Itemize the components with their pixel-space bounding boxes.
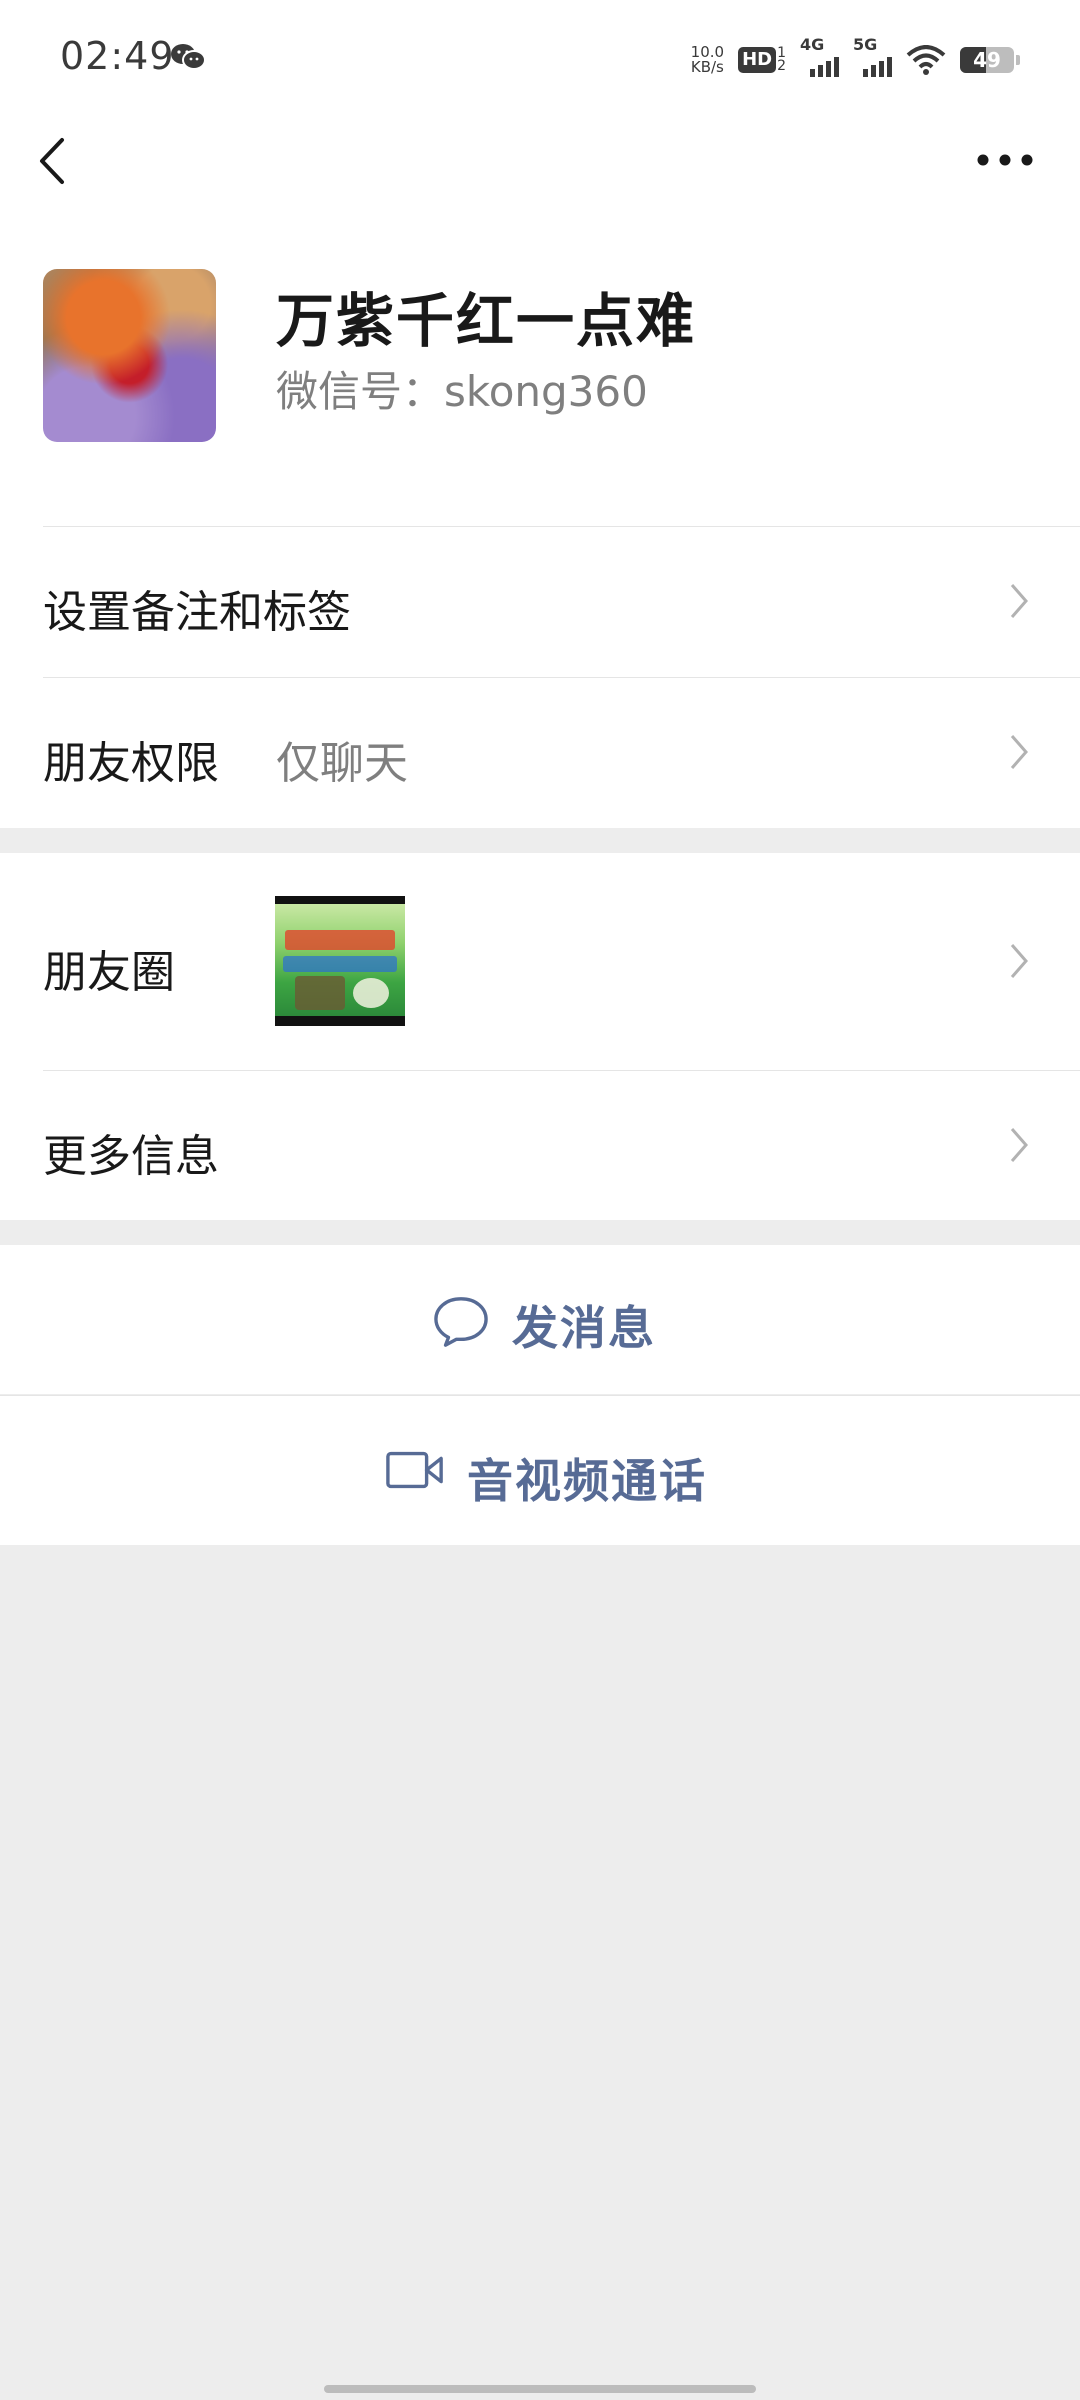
send-message-button[interactable]: 发消息 [0, 1245, 1080, 1394]
audio-video-call-button[interactable]: 音视频通话 [0, 1395, 1080, 1545]
signal-4g-bars-icon [800, 57, 839, 77]
back-button[interactable] [30, 128, 80, 194]
moments-label: 朋友圈 [43, 947, 175, 998]
video-camera-icon [386, 1451, 443, 1489]
signal-4g: 4G [800, 35, 839, 77]
set-remark-and-tags-row[interactable]: 设置备注和标签 [0, 526, 1080, 676]
divider [43, 526, 1080, 527]
moments-row[interactable]: 朋友圈 [0, 853, 1080, 1070]
audio-video-call-label: 音视频通话 [467, 1454, 707, 1508]
status-indicators: 10.0 KB/s HD 1 2 4G 5G 49 [691, 35, 1020, 80]
signal-5g: 5G [853, 35, 892, 77]
moments-preview-thumbnail[interactable] [275, 896, 405, 1026]
divider [43, 1070, 1080, 1071]
wifi-icon [906, 45, 946, 75]
hd-sub-label: 1 2 [777, 45, 786, 74]
battery-icon: 49 [960, 47, 1014, 73]
divider [0, 1395, 1080, 1396]
chevron-right-icon [1010, 584, 1028, 618]
friend-permissions-label: 朋友权限 [43, 738, 219, 789]
friend-permissions-row[interactable]: 朋友权限 仅聊天 [0, 677, 1080, 828]
chevron-right-icon [1010, 735, 1028, 769]
signal-5g-label: 5G [853, 35, 878, 54]
chat-bubble-icon [434, 1297, 488, 1347]
friend-permissions-value: 仅聊天 [276, 738, 408, 789]
network-speed: 10.0 KB/s [691, 45, 724, 75]
moments-thumbnail-image [275, 904, 405, 1016]
wechat-notification-icon [171, 44, 206, 70]
contact-name: 万紫千红一点难 [276, 287, 697, 355]
home-indicator[interactable] [324, 2385, 756, 2393]
divider [43, 677, 1080, 678]
chevron-right-icon [1010, 1128, 1028, 1162]
battery-nub [1016, 55, 1020, 65]
signal-4g-label: 4G [800, 35, 825, 54]
hd-label: HD [738, 47, 777, 73]
status-bar: 02:49 10.0 KB/s HD 1 2 4G 5G 49 [0, 0, 1080, 120]
battery-level-text: 49 [973, 48, 1001, 72]
avatar[interactable] [43, 269, 216, 442]
chevron-right-icon [1010, 944, 1028, 978]
network-speed-unit: KB/s [690, 58, 724, 76]
set-remark-and-tags-label: 设置备注和标签 [43, 587, 351, 638]
signal-5g-bars-icon [853, 57, 892, 77]
hd-voice-badge: HD 1 2 [738, 45, 786, 74]
more-options-button[interactable] [970, 140, 1040, 180]
wechat-id: 微信号：skong360 [276, 367, 648, 416]
status-time: 02:49 [60, 34, 175, 78]
more-info-row[interactable]: 更多信息 [0, 1070, 1080, 1220]
send-message-label: 发消息 [512, 1301, 656, 1355]
more-info-label: 更多信息 [43, 1131, 219, 1182]
